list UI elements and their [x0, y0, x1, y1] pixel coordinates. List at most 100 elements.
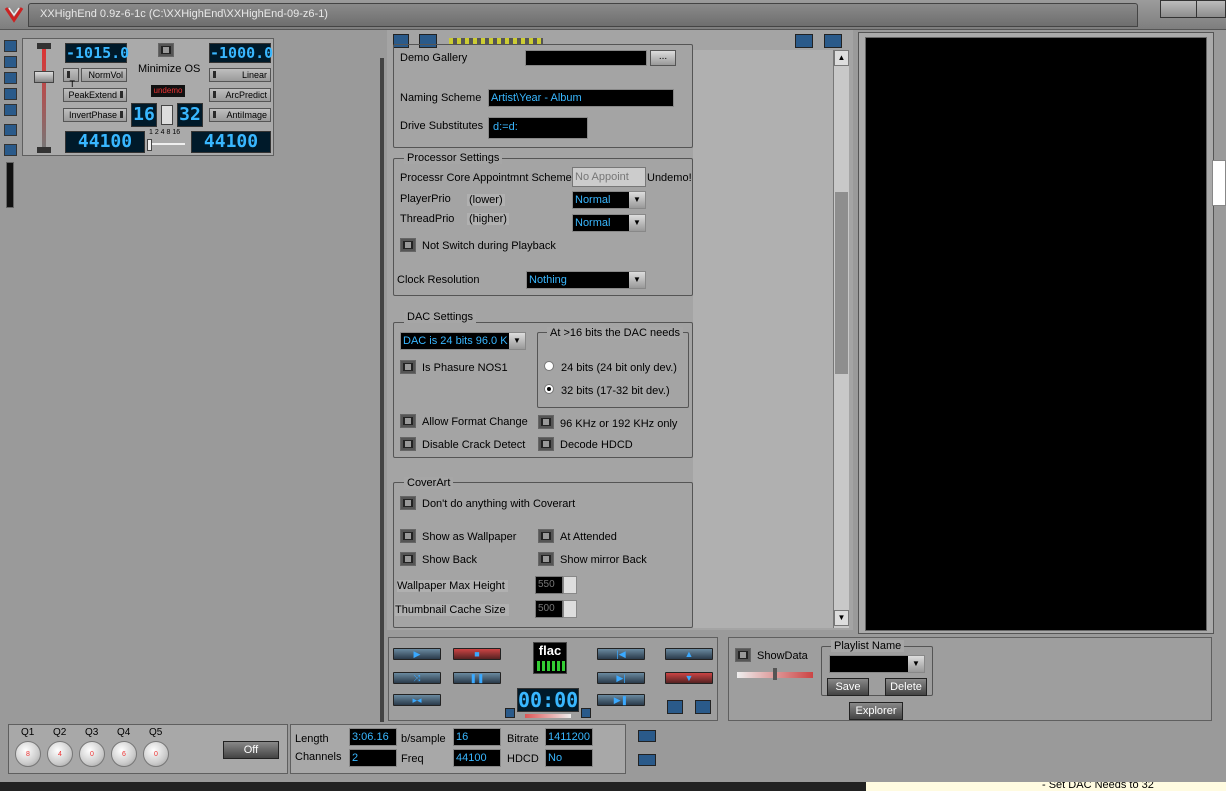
eq-dial-q2[interactable]: 4: [47, 741, 73, 767]
strip-icon[interactable]: [4, 40, 17, 52]
previous-button[interactable]: |◀: [597, 648, 645, 660]
delete-button[interactable]: Delete: [885, 678, 927, 696]
disable-crack-label: Disable Crack Detect: [422, 439, 526, 451]
normvol-button[interactable]: NormVol: [81, 68, 127, 82]
disable-crack-checkbox[interactable]: [400, 437, 416, 451]
phasure-checkbox[interactable]: [400, 360, 416, 374]
info-icon[interactable]: [638, 730, 656, 742]
eq-off-button[interactable]: Off: [223, 741, 279, 759]
chevron-down-icon[interactable]: ▼: [629, 192, 645, 208]
window-close-button[interactable]: [1196, 0, 1226, 18]
scrollbar-thumb[interactable]: [835, 192, 848, 374]
toolbar-icon[interactable]: [824, 34, 842, 48]
playlist-name-title: Playlist Name: [831, 640, 905, 652]
strip-icon[interactable]: [4, 72, 17, 84]
chevron-down-icon[interactable]: ▼: [629, 215, 645, 231]
drive-substitutes-field[interactable]: d:=d:: [488, 117, 588, 139]
strip-icon[interactable]: [4, 104, 17, 116]
playlist-name-combo[interactable]: ▼: [829, 655, 925, 673]
eq-dial-q5[interactable]: 0: [143, 741, 169, 767]
thumb-cache-spinner[interactable]: [563, 600, 577, 618]
eq-label-q1: Q1: [21, 727, 35, 738]
threadprio-hint: (higher): [467, 213, 509, 225]
minimize-os-checkbox[interactable]: [158, 43, 174, 57]
settings-scrollbar[interactable]: ▲ ▼: [833, 50, 849, 628]
upsample-slider-thumb[interactable]: [147, 139, 152, 151]
demo-gallery-browse-button[interactable]: ...: [650, 50, 676, 66]
up-button[interactable]: ▲: [665, 648, 713, 660]
show-back-checkbox[interactable]: [400, 552, 416, 566]
transport-icon[interactable]: [695, 700, 711, 714]
rate-out-lcd: 44100: [191, 131, 271, 153]
chevron-down-icon[interactable]: ▼: [908, 656, 924, 672]
chevron-down-icon[interactable]: ▼: [629, 272, 645, 288]
app-logo-icon[interactable]: [4, 4, 24, 24]
bits-toggle[interactable]: [161, 105, 173, 125]
attended-checkbox[interactable]: [538, 529, 554, 543]
allow-format-checkbox[interactable]: [400, 414, 416, 428]
skip-button[interactable]: ▸◂: [393, 694, 441, 706]
info-icon[interactable]: [638, 754, 656, 766]
hdcd-info-value: No: [545, 749, 593, 767]
invertphase-button[interactable]: InvertPhase: [63, 108, 127, 122]
linear-button[interactable]: Linear: [209, 68, 271, 82]
flac-label: flac: [538, 643, 562, 658]
save-button[interactable]: Save: [827, 678, 869, 696]
thumb-cache-field[interactable]: 500: [535, 600, 563, 618]
demo-gallery-field[interactable]: [525, 50, 647, 66]
showdata-slider-thumb[interactable]: [773, 668, 777, 680]
transport-icon[interactable]: [667, 700, 683, 714]
volume-slider-thumb[interactable]: [34, 71, 54, 83]
strip-icon[interactable]: [4, 144, 17, 156]
peakextend-button[interactable]: PeakExtend: [63, 88, 127, 102]
clock-resolution-combo[interactable]: Nothing ▼: [526, 271, 646, 289]
down-button[interactable]: ▼: [665, 672, 713, 684]
naming-scheme-field[interactable]: Artist\Year - Album: [488, 89, 674, 107]
antiimage-button[interactable]: AntiImage: [209, 108, 271, 122]
core-scheme-field[interactable]: No Appoint: [572, 167, 646, 187]
pause-button[interactable]: ❚❚: [453, 672, 501, 684]
arcpredict-button[interactable]: ArcPredict: [209, 88, 271, 102]
stop-button[interactable]: ■: [453, 648, 501, 660]
eq-dial-q3[interactable]: 0: [79, 741, 105, 767]
step-button[interactable]: ▶❚: [597, 694, 645, 706]
dac-32bit-radio[interactable]: [544, 384, 554, 394]
volume-slider[interactable]: [33, 43, 55, 155]
threadprio-combo[interactable]: Normal ▼: [572, 214, 646, 232]
dac-24bit-radio[interactable]: [544, 361, 554, 371]
dont-coverart-checkbox[interactable]: [400, 496, 416, 510]
attended-label: At Attended: [560, 531, 617, 543]
position-slider[interactable]: [525, 714, 571, 718]
hdcd-checkbox[interactable]: [538, 437, 554, 451]
bits-in-lcd: 16: [131, 103, 157, 127]
strip-icon[interactable]: [4, 88, 17, 100]
strip-icon[interactable]: [4, 124, 17, 136]
wallpaper-checkbox[interactable]: [400, 529, 416, 543]
t-button[interactable]: T: [63, 68, 79, 89]
title-bar: XXHighEnd 0.9z-6-1c (C:\XXHighEnd\XXHigh…: [0, 0, 1226, 30]
volume-lcd: -1015.0: [65, 43, 130, 63]
hdcd-info-label: HDCD: [507, 753, 539, 765]
time-mode-icon[interactable]: [505, 708, 515, 718]
mirror-back-checkbox[interactable]: [538, 552, 554, 566]
chevron-down-icon[interactable]: ▼: [509, 333, 525, 349]
wp-max-field[interactable]: 550: [535, 576, 563, 594]
eq-label-q5: Q5: [149, 727, 163, 738]
close-settings-icon[interactable]: [795, 34, 813, 48]
khz-checkbox[interactable]: [538, 415, 554, 429]
shuffle-button[interactable]: ⤨: [393, 672, 441, 684]
upsample-slider[interactable]: [149, 143, 185, 145]
eq-dial-q4[interactable]: 6: [111, 741, 137, 767]
showdata-checkbox[interactable]: [735, 648, 751, 662]
playerprio-combo[interactable]: Normal ▼: [572, 191, 646, 209]
dac-bits-combo[interactable]: DAC is 24 bits 96.0 K ▼: [400, 332, 526, 350]
strip-icon[interactable]: [4, 56, 17, 68]
coverart-frame: [858, 32, 1214, 634]
wp-max-spinner[interactable]: [563, 576, 577, 594]
time-mode-icon[interactable]: [581, 708, 591, 718]
play-button[interactable]: ▶: [393, 648, 441, 660]
eq-dial-q1[interactable]: 8: [15, 741, 41, 767]
explorer-button[interactable]: Explorer: [849, 702, 903, 720]
not-switch-checkbox[interactable]: [400, 238, 416, 252]
next-button[interactable]: ▶|: [597, 672, 645, 684]
